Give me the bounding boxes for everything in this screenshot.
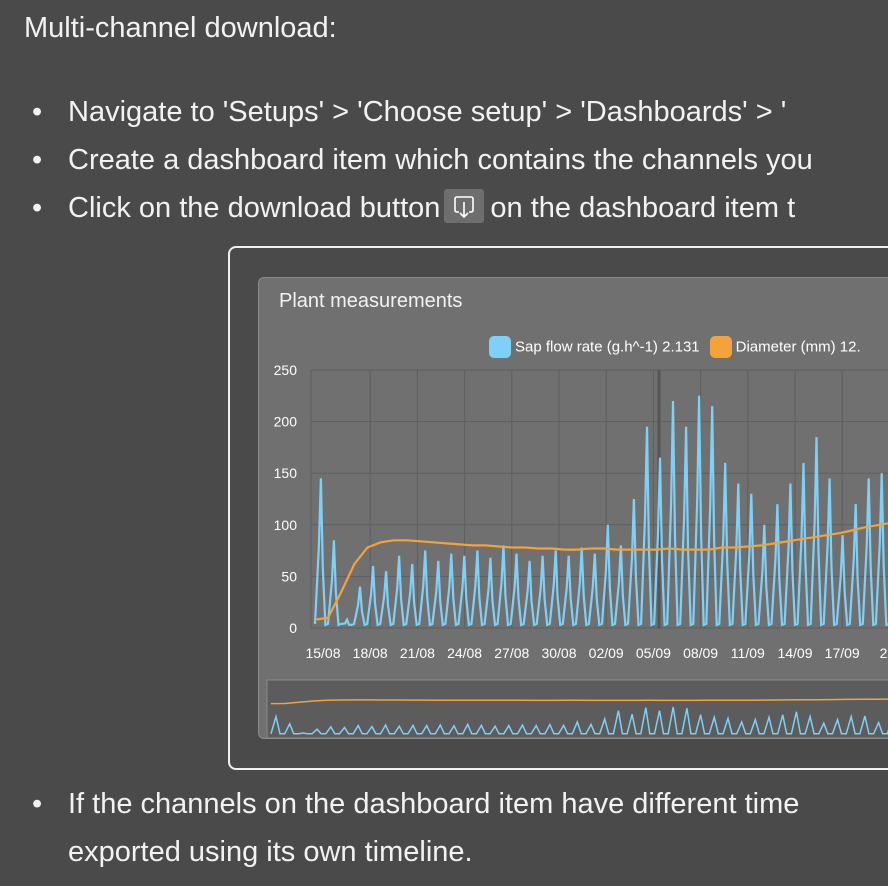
instruction-text: Navigate to 'Setups' > 'Choose setup' > … [68,96,787,128]
notes-list: If the channels on the dashboard item ha… [28,780,888,876]
instructions-list: Navigate to 'Setups' > 'Choose setup' > … [28,88,888,232]
list-item: If the channels on the dashboard item ha… [28,780,888,828]
instruction-text: Click on the download button [68,192,441,224]
x-tick-label: 24/08 [447,645,482,661]
series-line-sap-flow [313,395,888,627]
page-heading: Multi-channel download: [24,12,337,44]
y-tick-label: 50 [281,568,297,584]
dashboard-item: Plant measurements Sap flow rate (g.h^-1… [258,277,888,739]
y-tick-label: 100 [274,517,298,533]
x-tick-label: 21/08 [400,645,435,661]
list-item: Navigate to 'Setups' > 'Choose setup' > … [28,88,888,136]
x-tick-label: 20/ [880,645,888,661]
list-item: Click on the download button on the dashb… [28,184,888,232]
download-icon [454,196,475,219]
y-tick-label: 0 [289,620,297,636]
x-tick-label: 08/09 [683,645,718,661]
x-tick-label: 27/08 [494,645,529,661]
note-text: If the channels on the dashboard item ha… [68,788,800,820]
x-tick-label: 14/09 [777,645,812,661]
x-tick-label: 17/09 [825,645,860,661]
note-text: exported using its own timeline. [68,836,473,868]
x-tick-label: 18/08 [353,645,388,661]
instruction-text: Create a dashboard item which contains t… [68,144,813,176]
x-tick-label: 05/09 [636,645,671,661]
x-tick-label: 11/09 [731,645,765,661]
list-item: Create a dashboard item which contains t… [28,136,888,184]
y-tick-label: 200 [274,414,298,430]
x-tick-label: 30/08 [541,645,576,661]
download-button-image [444,189,485,224]
line-chart: 250 200 150 100 50 0 15/08 18/08 21/08 24/08 27/08… [266,362,888,738]
y-tick-label: 250 [274,362,298,378]
x-tick-label: 15/08 [305,645,340,661]
instruction-text: on the dashboard item t [490,192,796,224]
y-tick-label: 150 [274,465,298,481]
list-item: exported using its own timeline. [28,828,888,876]
x-tick-label: 02/09 [589,645,624,661]
